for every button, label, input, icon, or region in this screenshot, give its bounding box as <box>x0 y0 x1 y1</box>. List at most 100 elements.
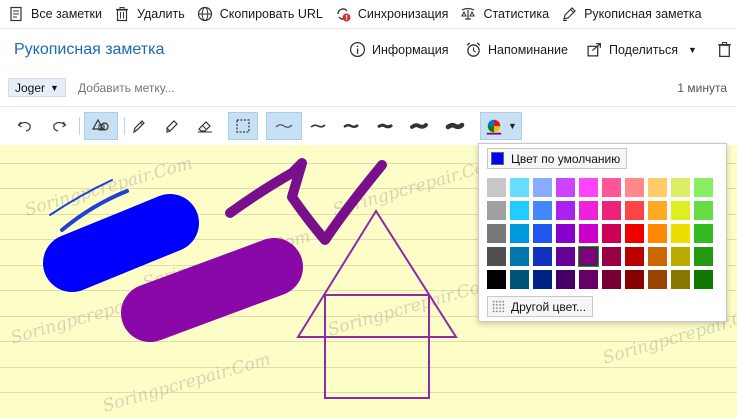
color-swatch[interactable] <box>509 223 530 244</box>
color-swatch[interactable] <box>578 177 599 198</box>
pen-icon <box>133 120 145 134</box>
color-swatch[interactable] <box>693 200 714 221</box>
color-picker-button[interactable]: ▼ <box>480 112 522 140</box>
color-swatch[interactable] <box>624 223 645 244</box>
color-swatch[interactable] <box>693 246 714 267</box>
color-swatch[interactable] <box>555 246 576 267</box>
stroke-width-2-button[interactable] <box>303 112 333 140</box>
color-swatch[interactable] <box>693 223 714 244</box>
color-swatch[interactable] <box>601 177 622 198</box>
copy-url-button[interactable]: Скопировать URL <box>193 0 331 29</box>
stroke-width-5-button[interactable] <box>404 112 434 140</box>
color-grid-icon <box>492 300 505 313</box>
onenote-window: Все заметки Удалить Скопировать URL Синх… <box>0 0 737 418</box>
color-swatch[interactable] <box>647 200 668 221</box>
note-delete-button[interactable] <box>716 41 737 58</box>
color-swatch[interactable] <box>532 223 553 244</box>
color-swatch[interactable] <box>670 200 691 221</box>
sync-button[interactable]: Синхронизация <box>331 0 457 29</box>
share-label: Поделиться <box>609 42 679 57</box>
color-swatch[interactable] <box>555 223 576 244</box>
color-swatch[interactable] <box>509 200 530 221</box>
color-swatch[interactable] <box>693 269 714 290</box>
color-swatch[interactable] <box>670 223 691 244</box>
chevron-down-icon[interactable]: ▼ <box>688 45 697 55</box>
notebook-selector[interactable]: Joger ▼ <box>8 78 66 97</box>
color-swatch[interactable] <box>601 200 622 221</box>
delete-button[interactable]: Удалить <box>110 0 193 29</box>
color-swatch[interactable] <box>647 246 668 267</box>
default-color-button[interactable]: Цвет по умолчанию <box>487 148 628 169</box>
color-swatch[interactable] <box>647 223 668 244</box>
color-swatch[interactable] <box>578 200 599 221</box>
color-swatch[interactable] <box>532 200 553 221</box>
color-swatch[interactable] <box>693 177 714 198</box>
command-bar: Все заметки Удалить Скопировать URL Синх… <box>0 0 737 29</box>
color-swatch[interactable] <box>486 269 507 290</box>
share-button[interactable]: Поделиться ▼ <box>586 41 697 58</box>
stroke-width-6-button[interactable] <box>440 112 470 140</box>
color-swatch[interactable] <box>624 177 645 198</box>
color-swatch[interactable] <box>578 246 599 267</box>
ink-note-button[interactable]: Рукописная заметка <box>557 0 709 29</box>
eraser-icon <box>198 121 212 133</box>
color-swatch[interactable] <box>486 177 507 198</box>
color-swatch[interactable] <box>624 200 645 221</box>
color-swatch[interactable] <box>670 246 691 267</box>
color-swatch[interactable] <box>624 246 645 267</box>
color-swatch[interactable] <box>578 223 599 244</box>
color-swatch[interactable] <box>509 246 530 267</box>
color-swatch[interactable] <box>601 269 622 290</box>
pen-tool-button[interactable] <box>124 112 154 140</box>
color-swatch[interactable] <box>486 223 507 244</box>
color-swatch[interactable] <box>647 177 668 198</box>
color-swatch[interactable] <box>509 177 530 198</box>
statistics-button[interactable]: Статистика <box>456 0 557 29</box>
other-color-button[interactable]: Другой цвет... <box>487 296 594 317</box>
stroke-width-4-button[interactable] <box>370 112 400 140</box>
lasso-select-button[interactable] <box>228 112 258 140</box>
all-notes-button[interactable]: Все заметки <box>4 0 110 29</box>
stroke-thick-icon <box>377 123 394 129</box>
sync-label: Синхронизация <box>357 7 449 21</box>
add-tag-input[interactable]: Добавить метку... <box>78 81 175 95</box>
info-button[interactable]: Информация <box>349 41 449 58</box>
color-swatch[interactable] <box>486 246 507 267</box>
note-meta-row: Joger ▼ Добавить метку... 1 минута <box>0 76 737 100</box>
color-swatch[interactable] <box>647 269 668 290</box>
color-swatch[interactable] <box>486 200 507 221</box>
color-swatch[interactable] <box>555 200 576 221</box>
info-icon <box>349 41 366 58</box>
pen-icon <box>563 7 576 21</box>
stroke-width-1-button[interactable] <box>266 112 302 140</box>
color-swatch-grid <box>486 177 714 290</box>
redo-icon <box>53 121 67 132</box>
color-swatch[interactable] <box>670 177 691 198</box>
note-title[interactable]: Рукописная заметка <box>14 41 164 59</box>
color-swatch[interactable] <box>555 177 576 198</box>
color-swatch[interactable] <box>509 269 530 290</box>
highlighter-button[interactable] <box>157 112 187 140</box>
color-swatch[interactable] <box>578 269 599 290</box>
color-swatch[interactable] <box>624 269 645 290</box>
modified-time: 1 минута <box>677 81 727 95</box>
color-swatch[interactable] <box>601 246 622 267</box>
eraser-button[interactable] <box>190 112 220 140</box>
shapes-button[interactable] <box>84 112 118 140</box>
alarm-clock-icon <box>466 42 481 57</box>
redo-button[interactable] <box>44 112 74 140</box>
color-swatch[interactable] <box>670 269 691 290</box>
default-color-label: Цвет по умолчанию <box>511 151 621 166</box>
color-swatch[interactable] <box>532 246 553 267</box>
stroke-medium-icon <box>343 124 359 128</box>
color-swatch[interactable] <box>601 223 622 244</box>
color-swatch[interactable] <box>555 269 576 290</box>
reminder-button[interactable]: Напоминание <box>465 41 568 58</box>
statistics-label: Статистика <box>483 7 550 21</box>
undo-button[interactable] <box>10 112 40 140</box>
color-swatch[interactable] <box>532 177 553 198</box>
default-color-swatch <box>491 152 504 165</box>
stroke-width-3-button[interactable] <box>336 112 366 140</box>
color-swatch[interactable] <box>532 269 553 290</box>
all-notes-icon <box>10 6 22 22</box>
